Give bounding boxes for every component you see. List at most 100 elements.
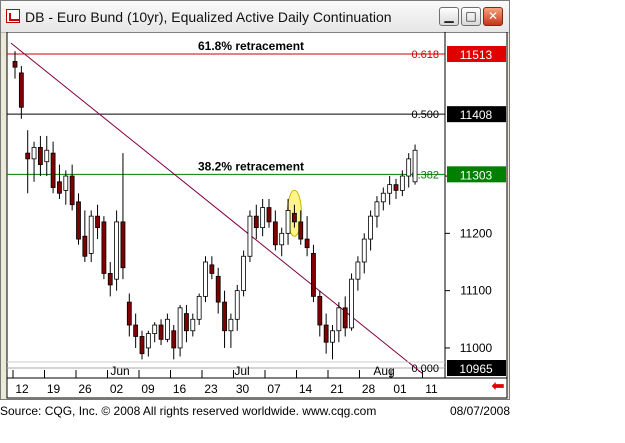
candle-body: [76, 201, 81, 240]
candle-body: [184, 313, 189, 332]
candle-body: [95, 215, 100, 229]
candle-30: [203, 256, 208, 303]
candle-body: [393, 184, 399, 191]
candle-body: [215, 275, 221, 303]
candle-body: [31, 146, 37, 160]
candle-body: [323, 324, 329, 343]
candle-body: [285, 210, 291, 234]
scroll-left-arrow-icon[interactable]: ⬅: [491, 378, 504, 395]
candle-body: [222, 301, 227, 332]
candle-body: [361, 238, 367, 263]
x-tick-label-8: 07: [267, 382, 281, 396]
x-tick-label-0: 12: [15, 382, 29, 396]
candle-body: [177, 307, 183, 349]
ratio-label-1: 0.500: [411, 109, 439, 121]
candle-body: [114, 221, 119, 280]
candle-37: [247, 210, 253, 262]
candle-body: [279, 232, 285, 246]
ratio-label-0: 0.618: [411, 49, 439, 61]
candle-body: [266, 207, 272, 223]
candle-36: [241, 250, 247, 297]
source-credit: Source: CQG, Inc. © 2008 All rights rese…: [0, 404, 377, 418]
candle-body: [304, 238, 310, 249]
y-tick-label-3: 11000: [460, 341, 493, 355]
month-label-1: Jul: [234, 364, 249, 378]
price-badge-label-3: 10965: [459, 362, 493, 376]
footer-date: 08/07/2008: [449, 404, 510, 418]
candle-body: [164, 318, 170, 340]
candle-47: [311, 244, 316, 303]
candle-body: [50, 152, 56, 188]
x-tick-label-3: 02: [110, 382, 124, 396]
candle-body: [234, 290, 240, 320]
candle-body: [12, 61, 18, 68]
candle-body: [88, 215, 94, 254]
candle-body: [152, 324, 158, 335]
candle-body: [298, 221, 304, 240]
candle-body: [342, 307, 348, 329]
candlestick-chart[interactable]: 0.61861.8% retracement0.5000.38238.2% re…: [1, 32, 509, 400]
candle-body: [272, 221, 278, 246]
candle-14: [101, 216, 107, 280]
x-tick-label-9: 14: [299, 382, 313, 396]
price-axis: [444, 32, 508, 379]
price-badge-label-1: 11408: [460, 108, 493, 122]
candle-body: [241, 255, 247, 292]
close-button[interactable]: ✕: [483, 7, 503, 26]
candle-body: [311, 253, 316, 297]
candle-body: [412, 149, 418, 183]
candle-body: [120, 221, 126, 269]
candle-body: [387, 184, 393, 194]
candle-body: [38, 146, 43, 165]
chart-app-icon: [6, 9, 20, 23]
minimize-button[interactable]: ▁: [439, 7, 459, 26]
candle-body: [349, 278, 354, 329]
candle-body: [253, 215, 259, 229]
price-badge-label-0: 11513: [460, 48, 493, 62]
candle-body: [139, 336, 145, 355]
ratio-label-3: 0.000: [411, 363, 439, 375]
title-bar[interactable]: DB - Euro Bund (10yr), Equalized Active …: [1, 1, 509, 33]
candle-body: [291, 212, 297, 223]
footer: Source: CQG, Inc. © 2008 All rights rese…: [0, 404, 510, 422]
month-label-2: Aug: [373, 364, 394, 378]
candle-body: [44, 149, 50, 163]
x-tick-label-5: 16: [173, 382, 187, 396]
x-tick-label-6: 23: [204, 382, 218, 396]
candle-body: [133, 324, 139, 337]
candle-body: [82, 235, 88, 257]
retracement-label-0: 61.8% retracement: [198, 39, 304, 53]
candle-body: [63, 175, 69, 191]
candle-body: [57, 181, 62, 194]
candle-body: [355, 261, 361, 280]
retracement-label-2: 38.2% retracement: [198, 159, 304, 173]
candle-53: [349, 273, 354, 331]
candle-16: [114, 210, 119, 291]
maximize-button[interactable]: □: [461, 7, 481, 26]
candle-body: [374, 201, 380, 217]
x-tick-label-12: 01: [393, 382, 407, 396]
chart-window: DB - Euro Bund (10yr), Equalized Active …: [0, 0, 510, 400]
candle-body: [158, 324, 164, 340]
candle-body: [107, 273, 113, 286]
x-tick-label-13: 11: [425, 382, 438, 396]
x-tick-label-2: 26: [78, 382, 92, 396]
candle-body: [203, 261, 208, 297]
candle-body: [228, 318, 234, 332]
candle-body: [171, 330, 177, 349]
candle-body: [406, 158, 412, 177]
y-tick-label-1: 11200: [460, 226, 493, 240]
candle-body: [336, 307, 342, 332]
candle-body: [399, 175, 405, 191]
candle-body: [209, 264, 215, 274]
candle-body: [196, 295, 202, 320]
candle-body: [380, 192, 386, 203]
candle-body: [330, 330, 335, 343]
x-tick-label-1: 19: [47, 382, 61, 396]
candle-body: [260, 207, 266, 229]
candle-body: [69, 175, 75, 206]
window-title: DB - Euro Bund (10yr), Equalized Active …: [25, 9, 392, 25]
candle-body: [368, 215, 374, 240]
candle-body: [317, 295, 323, 326]
candle-body: [190, 318, 196, 332]
